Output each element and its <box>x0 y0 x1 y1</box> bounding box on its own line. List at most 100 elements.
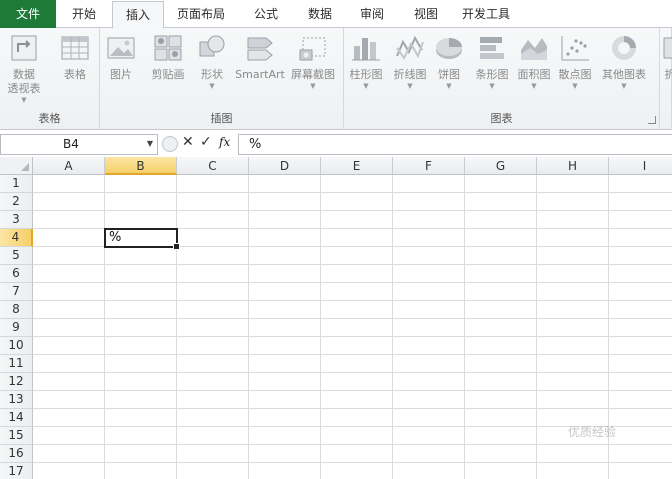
cell-g14[interactable] <box>465 409 537 427</box>
row-header-2[interactable]: 2 <box>0 193 33 211</box>
cell-g8[interactable] <box>465 301 537 319</box>
cell-f11[interactable] <box>393 355 465 373</box>
cell-b13[interactable] <box>105 391 177 409</box>
cell-c1[interactable] <box>177 175 249 193</box>
cell-i13[interactable] <box>609 391 672 409</box>
cell-f2[interactable] <box>393 193 465 211</box>
name-box[interactable]: B4 ▼ <box>0 134 158 155</box>
row-header-1[interactable]: 1 <box>0 175 33 193</box>
cell-a11[interactable] <box>33 355 105 373</box>
row-header-11[interactable]: 11 <box>0 355 33 373</box>
cell-c17[interactable] <box>177 463 249 479</box>
cell-e8[interactable] <box>321 301 393 319</box>
row-header-3[interactable]: 3 <box>0 211 33 229</box>
cell-h7[interactable] <box>537 283 609 301</box>
cell-e3[interactable] <box>321 211 393 229</box>
cell-b3[interactable] <box>105 211 177 229</box>
cell-d9[interactable] <box>249 319 321 337</box>
row-header-4[interactable]: 4 <box>0 229 33 247</box>
cell-c15[interactable] <box>177 427 249 445</box>
cell-d12[interactable] <box>249 373 321 391</box>
pivot-table-button[interactable]: 数据 透视表 ▼ <box>2 32 46 105</box>
cell-a15[interactable] <box>33 427 105 445</box>
column-header-g[interactable]: G <box>465 157 537 175</box>
cell-a10[interactable] <box>33 337 105 355</box>
cell-f10[interactable] <box>393 337 465 355</box>
cell-h6[interactable] <box>537 265 609 283</box>
cell-i10[interactable] <box>609 337 672 355</box>
cell-c11[interactable] <box>177 355 249 373</box>
cell-e5[interactable] <box>321 247 393 265</box>
cell-g10[interactable] <box>465 337 537 355</box>
cell-h2[interactable] <box>537 193 609 211</box>
tab-7[interactable]: 审阅 <box>346 0 398 28</box>
column-header-b[interactable]: B <box>105 157 177 175</box>
screenshot-button[interactable]: 屏幕截图 ▼ <box>288 32 338 91</box>
tab-8[interactable]: 视图 <box>398 0 454 28</box>
cell-d17[interactable] <box>249 463 321 479</box>
cell-i17[interactable] <box>609 463 672 479</box>
cell-e14[interactable] <box>321 409 393 427</box>
cell-d11[interactable] <box>249 355 321 373</box>
sparkline-button[interactable]: 折 <box>660 32 672 82</box>
row-header-15[interactable]: 15 <box>0 427 33 445</box>
picture-button[interactable]: 图片 <box>104 32 138 82</box>
column-header-d[interactable]: D <box>249 157 321 175</box>
chevron-down-icon[interactable]: ▼ <box>147 139 153 148</box>
cell-c16[interactable] <box>177 445 249 463</box>
row-header-7[interactable]: 7 <box>0 283 33 301</box>
cell-b5[interactable] <box>105 247 177 265</box>
cell-h10[interactable] <box>537 337 609 355</box>
cell-d14[interactable] <box>249 409 321 427</box>
cell-d2[interactable] <box>249 193 321 211</box>
cell-a17[interactable] <box>33 463 105 479</box>
cell-g6[interactable] <box>465 265 537 283</box>
cell-b9[interactable] <box>105 319 177 337</box>
cell-a6[interactable] <box>33 265 105 283</box>
cell-g3[interactable] <box>465 211 537 229</box>
column-chart-button[interactable]: 柱形图 ▼ <box>348 32 384 91</box>
cell-a8[interactable] <box>33 301 105 319</box>
cell-b12[interactable] <box>105 373 177 391</box>
cell-i15[interactable] <box>609 427 672 445</box>
cell-g2[interactable] <box>465 193 537 211</box>
tab-9[interactable]: 开发工具 <box>454 0 518 28</box>
cell-f14[interactable] <box>393 409 465 427</box>
cell-c7[interactable] <box>177 283 249 301</box>
cell-f13[interactable] <box>393 391 465 409</box>
cell-h8[interactable] <box>537 301 609 319</box>
cell-a7[interactable] <box>33 283 105 301</box>
column-header-f[interactable]: F <box>393 157 465 175</box>
cell-d16[interactable] <box>249 445 321 463</box>
tab-6[interactable]: 数据 <box>294 0 346 28</box>
column-header-c[interactable]: C <box>177 157 249 175</box>
cell-i1[interactable] <box>609 175 672 193</box>
cancel-icon[interactable]: ✕ <box>182 134 194 150</box>
select-all-button[interactable] <box>0 157 33 175</box>
cell-h17[interactable] <box>537 463 609 479</box>
cell-h11[interactable] <box>537 355 609 373</box>
cell-g4[interactable] <box>465 229 537 247</box>
column-header-h[interactable]: H <box>537 157 609 175</box>
cell-d10[interactable] <box>249 337 321 355</box>
row-header-9[interactable]: 9 <box>0 319 33 337</box>
cell-f3[interactable] <box>393 211 465 229</box>
cell-i9[interactable] <box>609 319 672 337</box>
tab-5[interactable]: 公式 <box>238 0 294 28</box>
cell-e11[interactable] <box>321 355 393 373</box>
line-chart-button[interactable]: 折线图 ▼ <box>390 32 430 91</box>
row-header-12[interactable]: 12 <box>0 373 33 391</box>
cell-f6[interactable] <box>393 265 465 283</box>
row-header-13[interactable]: 13 <box>0 391 33 409</box>
cell-h16[interactable] <box>537 445 609 463</box>
cell-e16[interactable] <box>321 445 393 463</box>
clip-art-button[interactable]: 剪贴画 <box>148 32 188 82</box>
table-button[interactable]: 表格 <box>58 32 92 82</box>
dialog-launcher-icon[interactable] <box>648 116 656 124</box>
cell-d7[interactable] <box>249 283 321 301</box>
cell-i2[interactable] <box>609 193 672 211</box>
cell-g5[interactable] <box>465 247 537 265</box>
cell-g16[interactable] <box>465 445 537 463</box>
cell-g17[interactable] <box>465 463 537 479</box>
tab-1[interactable]: 文件 <box>0 0 56 28</box>
